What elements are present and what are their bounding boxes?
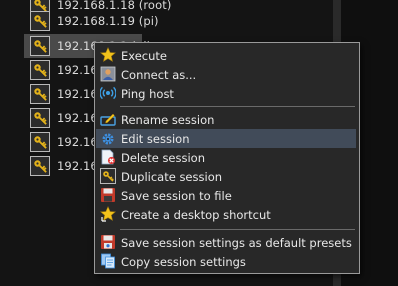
- key-icon: [100, 168, 116, 184]
- menu-separator: [120, 229, 355, 230]
- star-icon: [100, 47, 116, 62]
- menu-item-connect-as[interactable]: Connect as...: [96, 65, 356, 84]
- ping-icon: [100, 86, 116, 100]
- key-icon: [30, 132, 50, 152]
- menu-item-label: Duplicate session: [121, 170, 223, 184]
- menu-item-edit-session[interactable]: Edit session: [96, 129, 356, 148]
- user-icon: [100, 66, 116, 82]
- menu-item-label: Copy session settings: [121, 255, 246, 269]
- menu-item-copy-session-settings[interactable]: Copy session settings: [96, 252, 356, 271]
- menu-item-label: Save session settings as default presets: [121, 236, 352, 250]
- menu-item-delete-session[interactable]: Delete session: [96, 148, 356, 167]
- menu-item-save-session-to-file[interactable]: Save session to file: [96, 186, 356, 205]
- rename-icon: [100, 113, 116, 126]
- star-arrow-icon: [100, 206, 116, 222]
- menu-item-label: Ping host: [121, 87, 174, 101]
- session-item[interactable]: 192.168.1.19 (pi): [24, 9, 332, 33]
- floppy-icon: [101, 188, 115, 202]
- menu-item-label: Rename session: [121, 113, 215, 127]
- app-window: 192.168.1.18 (root) 192.168.1.19 (pi) 19…: [0, 0, 398, 286]
- copy-icon: [101, 253, 115, 269]
- menu-item-rename-session[interactable]: Rename session: [96, 110, 356, 129]
- session-label: 192.168.1.19 (pi): [57, 14, 159, 28]
- menu-item-ping-host[interactable]: Ping host: [96, 84, 356, 103]
- key-icon: [30, 108, 50, 128]
- menu-item-save-as-default-presets[interactable]: Save session settings as default presets: [96, 233, 356, 252]
- menu-item-label: Delete session: [121, 151, 206, 165]
- key-icon: [30, 11, 50, 31]
- menu-item-label: Execute: [121, 49, 167, 63]
- menu-item-create-desktop-shortcut[interactable]: Create a desktop shortcut: [96, 205, 356, 224]
- menu-item-label: Create a desktop shortcut: [121, 208, 271, 222]
- save-defaults-icon: [101, 235, 115, 249]
- menu-item-duplicate-session[interactable]: Duplicate session: [96, 167, 356, 186]
- delete-icon: [101, 149, 116, 165]
- gear-icon: [102, 133, 114, 145]
- key-icon: [30, 156, 50, 176]
- menu-separator: [120, 106, 355, 107]
- menu-item-label: Connect as...: [121, 68, 197, 82]
- key-icon: [30, 36, 50, 56]
- context-menu: Execute Connect as... Ping host Rename s…: [94, 42, 360, 274]
- menu-item-label: Save session to file: [121, 189, 232, 203]
- key-icon: [30, 84, 50, 104]
- menu-item-execute[interactable]: Execute: [96, 46, 356, 65]
- key-icon: [30, 60, 50, 80]
- menu-item-label: Edit session: [121, 132, 190, 146]
